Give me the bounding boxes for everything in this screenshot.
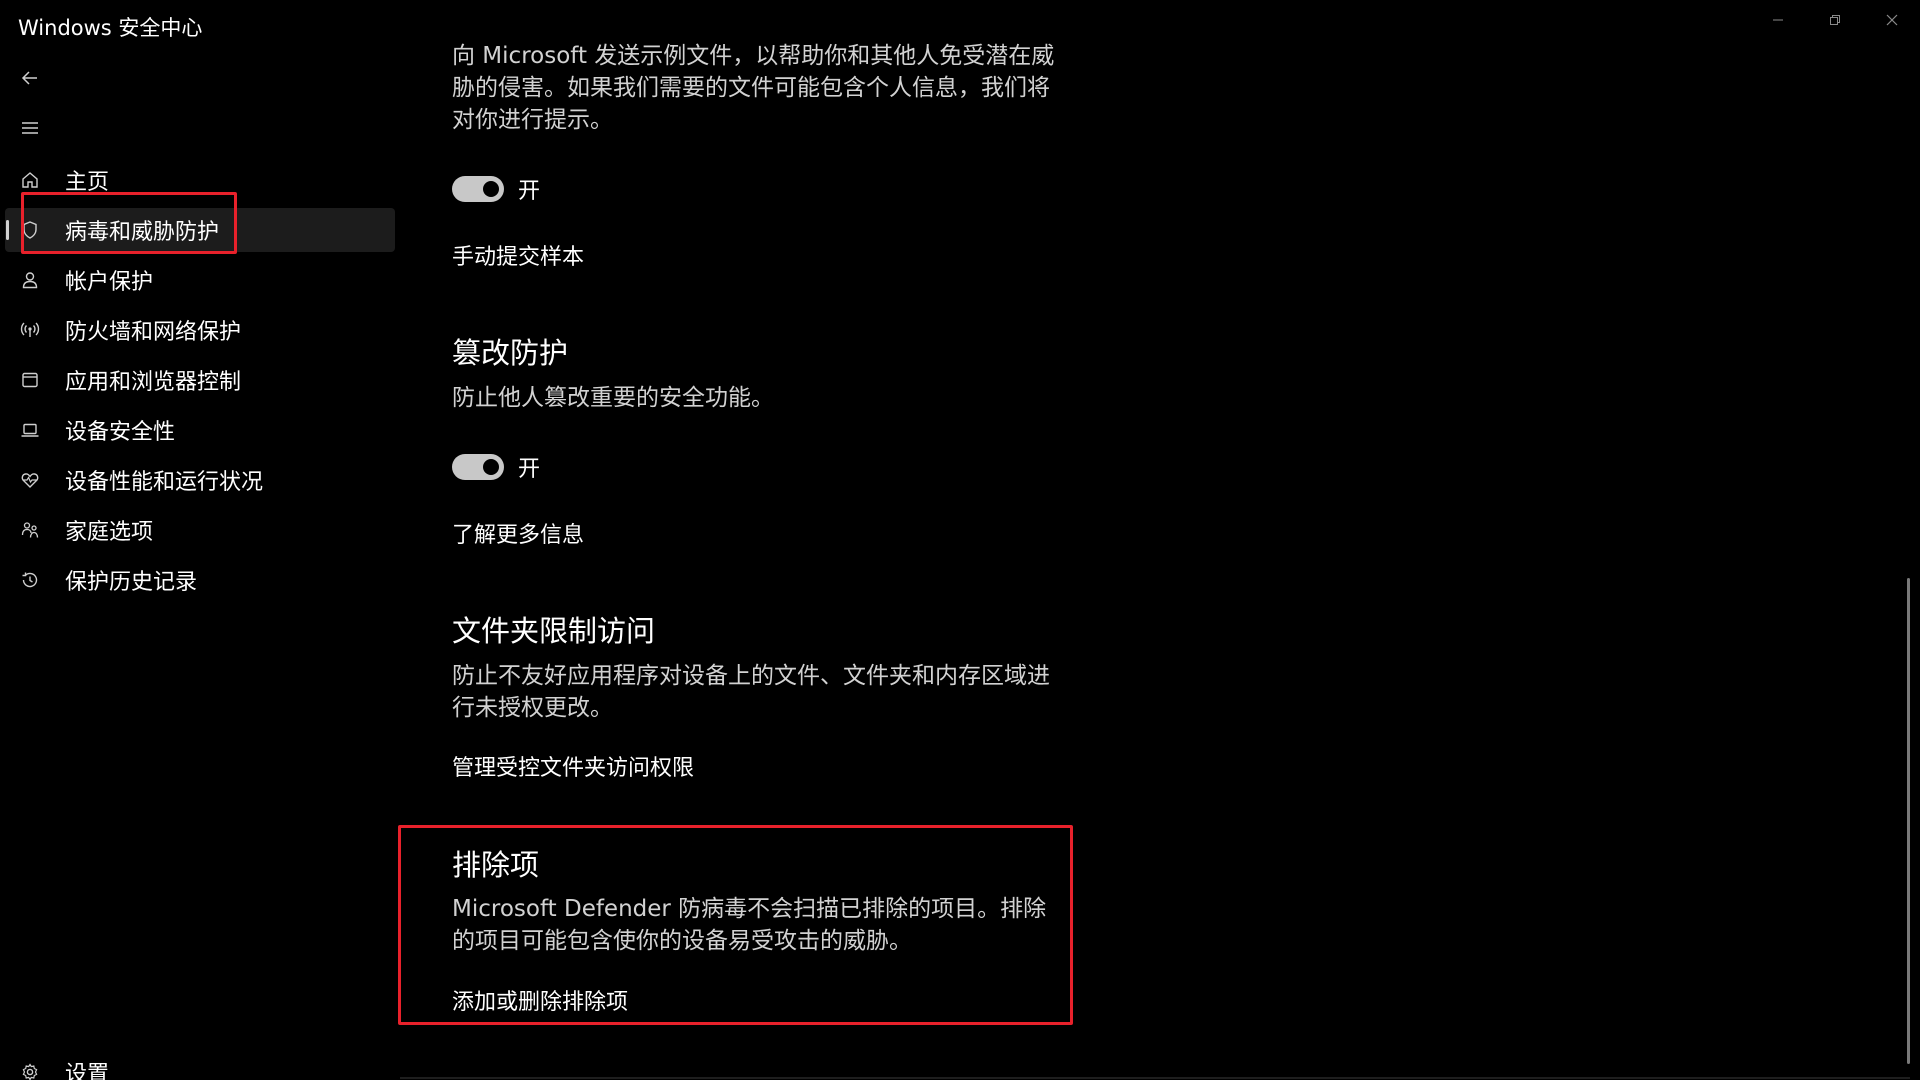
browser-window-icon [19, 369, 41, 391]
sidebar-item-account[interactable]: 帐户保护 [5, 258, 395, 302]
highlight-box-nav [21, 192, 237, 254]
sidebar-item-device-health[interactable]: 设备性能和运行状况 [5, 458, 395, 502]
sidebar-item-label: 帐户保护 [65, 270, 154, 295]
sample-submission-toggle-row: 开 [452, 173, 540, 205]
sidebar-item-family[interactable]: 家庭选项 [5, 508, 395, 552]
toggle-state-label: 开 [518, 179, 541, 204]
tamper-protection-title: 篡改防护 [452, 336, 569, 370]
toggle-knob [483, 181, 499, 197]
history-icon [19, 569, 41, 591]
heart-pulse-icon [19, 469, 41, 491]
sidebar-item-history[interactable]: 保护历史记录 [5, 558, 395, 602]
toggle-state-label: 开 [518, 457, 541, 482]
gear-icon [19, 1061, 41, 1080]
app-title: Windows 安全中心 [18, 16, 203, 40]
tamper-protection-desc: 防止他人篡改重要的安全功能。 [452, 385, 774, 411]
tamper-protection-toggle-row: 开 [452, 451, 540, 483]
sidebar-item-settings[interactable]: 设置 [5, 1050, 395, 1080]
back-arrow-icon [21, 71, 37, 85]
tamper-protection-toggle[interactable] [452, 454, 504, 480]
sample-submission-toggle[interactable] [452, 176, 504, 202]
back-button[interactable] [8, 58, 52, 98]
manage-folder-access-link[interactable]: 管理受控文件夹访问权限 [452, 750, 694, 782]
hamburger-icon [22, 122, 38, 134]
highlight-box-exclusions [398, 825, 1073, 1025]
toggle-knob [483, 459, 499, 475]
active-indicator [6, 220, 9, 240]
family-icon [19, 519, 41, 541]
home-icon [19, 169, 41, 191]
sidebar-item-app-browser[interactable]: 应用和浏览器控制 [5, 358, 395, 402]
folder-access-title: 文件夹限制访问 [452, 614, 656, 648]
sidebar-item-firewall[interactable]: 防火墙和网络保护 [5, 308, 395, 352]
sample-submission-section: 向 Microsoft 发送示例文件，以帮助你和其他人免受潜在威胁的侵害。如果我… [452, 40, 1062, 136]
sidebar-item-device-security[interactable]: 设备安全性 [5, 408, 395, 452]
learn-more-link[interactable]: 了解更多信息 [452, 517, 584, 549]
manual-submit-link[interactable]: 手动提交样本 [452, 239, 584, 271]
app-window: Windows 安全中心 主页 病毒和威胁防护 帐户保护 防火墙和网络保护 应用… [0, 0, 1920, 1080]
person-icon [19, 269, 41, 291]
laptop-icon [19, 419, 41, 441]
sample-submission-desc: 向 Microsoft 发送示例文件，以帮助你和其他人免受潜在威胁的侵害。如果我… [452, 43, 1055, 133]
sidebar-item-label: 家庭选项 [65, 520, 154, 545]
menu-button[interactable] [8, 108, 52, 148]
wifi-antenna-icon [19, 319, 41, 341]
folder-access-desc: 防止不友好应用程序对设备上的文件、文件夹和内存区域进行未授权更改。 [452, 663, 1050, 721]
sidebar-item-label: 应用和浏览器控制 [65, 370, 242, 395]
sidebar-item-label: 防火墙和网络保护 [65, 320, 242, 345]
sidebar-item-label: 设备安全性 [65, 420, 176, 445]
sidebar-item-label: 设备性能和运行状况 [65, 470, 264, 495]
scrollbar[interactable] [1902, 50, 1916, 1080]
settings-label: 设置 [65, 1062, 110, 1080]
sidebar-item-label: 保护历史记录 [65, 570, 198, 595]
scrollbar-thumb[interactable] [1907, 578, 1910, 1064]
bottom-divider [400, 1077, 1910, 1079]
